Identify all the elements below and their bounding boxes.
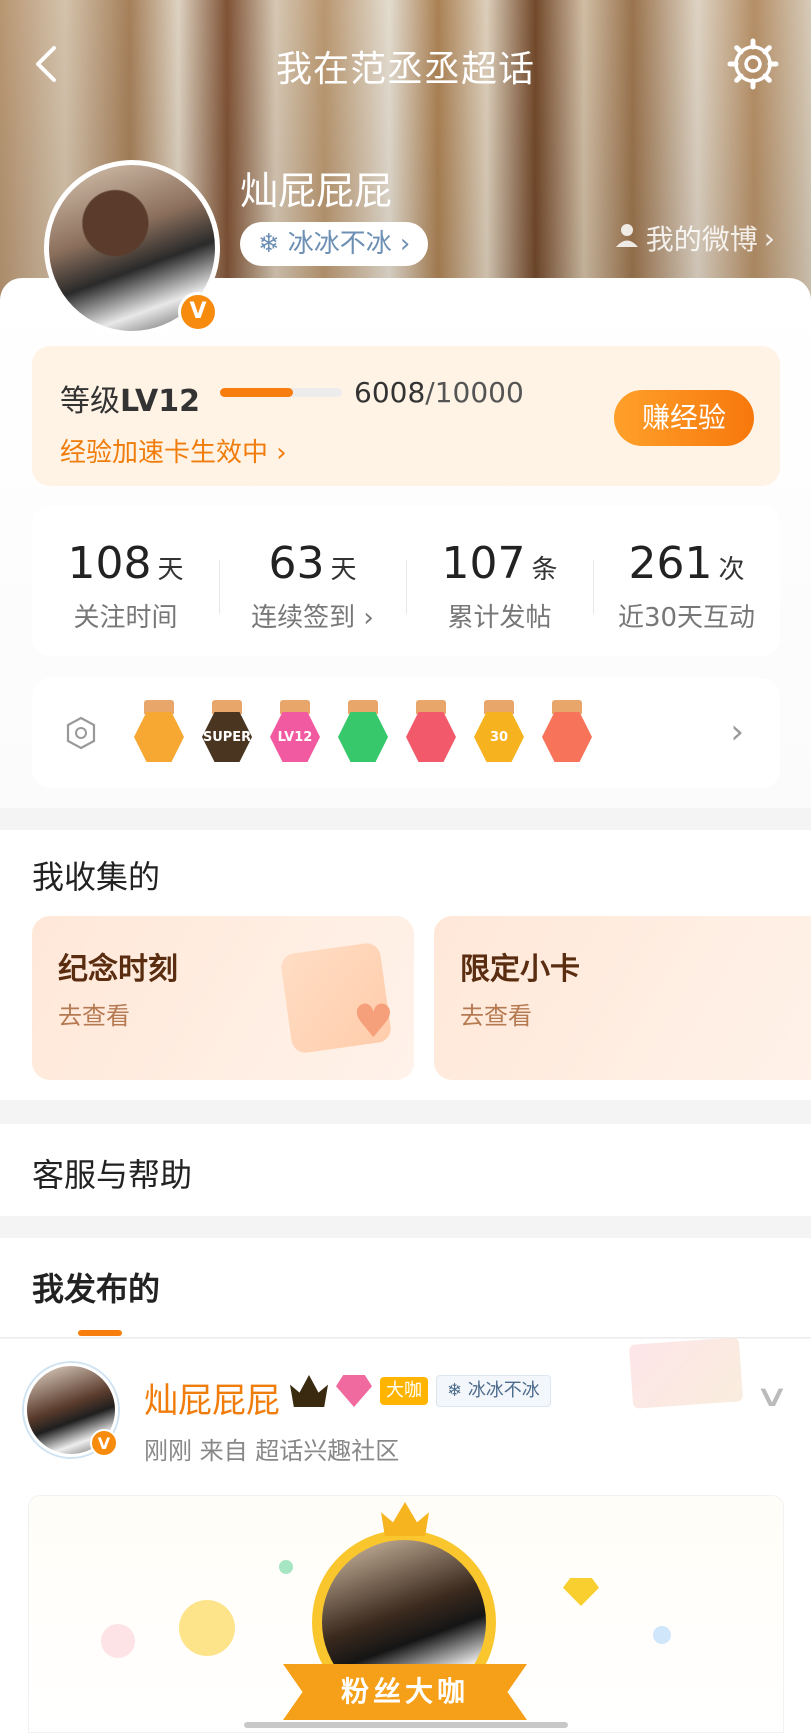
collect-card-limited[interactable]: 限定小卡 去查看 [434,916,811,1080]
boost-card-link[interactable]: 经验加速卡生效中 › [60,432,287,469]
heart-icon: ♥ [352,994,394,1048]
collect-card-moments[interactable]: 纪念时刻 去查看 ♥ [32,916,414,1080]
collect-card-sub: 去查看 [460,1002,532,1030]
like-badge [540,700,594,766]
stat-label: 累计发帖 [447,603,552,633]
post-tag: ❄ 冰冰不冰 [436,1375,551,1407]
decor-dot [101,1624,135,1658]
earn-exp-button[interactable]: 赚经验 [614,390,754,446]
stat-label: 连续签到 › [251,603,374,633]
my-weibo-link[interactable]: 我的微博 › [614,218,775,258]
stat-item: 107 条累计发帖 [406,506,593,656]
crown-icon [381,1502,429,1536]
verified-v-icon: V [90,1429,118,1457]
tag-pill[interactable]: ❄ 冰冰不冰 › [240,222,429,266]
chevron-right-icon: › [399,229,411,259]
sticker-decoration [628,1337,744,1409]
super-badge: SUPER [200,700,254,766]
badge-card[interactable]: SUPER LV12 30 › [32,678,780,788]
help-title: 客服与帮助 [32,1156,193,1194]
crown-icon [290,1375,328,1407]
post-author-name[interactable]: 灿屁屁屁 [144,1373,280,1422]
gear-icon[interactable] [727,38,779,90]
level-label: 等级LV12 [60,384,200,419]
stat-item: 261 次近30天互动 [593,506,780,656]
decor-dot [279,1560,293,1574]
post-item[interactable]: V 灿屁屁屁 大咖 ❄ 冰冰不冰 刚刚 来自 超话兴趣社区 ∨ 粉丝大咖 [0,1337,811,1733]
tab-underline [78,1330,122,1336]
collect-card-sub: 去查看 [58,1002,130,1030]
post-meta: 刚刚 来自 超话兴趣社区 [144,1437,400,1465]
page-title: 我在范丞丞超话 [275,49,535,90]
exp-progress-fill [220,388,294,397]
30days-badge: 30 [472,700,526,766]
stats-card: 108 天关注时间 63 天连续签到 › 107 条累计发帖 261 次近30天互动 [32,506,780,656]
stat-value: 108 天 [67,538,184,589]
post-author-badges: 大咖 ❄ 冰冰不冰 [290,1375,551,1407]
badge-list: SUPER LV12 30 [132,700,594,766]
fan-ribbon: 粉丝大咖 [283,1664,527,1720]
collect-card-title: 限定小卡 [460,952,580,987]
daka-badge: 大咖 [380,1377,428,1405]
diamond-icon [563,1578,599,1606]
lv12-badge: LV12 [268,700,322,766]
stat-label: 近30天互动 [617,603,756,633]
my-weibo-label: 我的微博 [645,223,758,256]
chevron-down-icon[interactable]: ∨ [754,1379,789,1414]
stat-item: 108 天关注时间 [32,506,219,656]
exp-progress-bar [220,388,342,397]
verified-v-icon: V [178,292,218,332]
crown-badge [132,700,186,766]
decor-dot [653,1626,671,1644]
diamond-icon [336,1375,372,1407]
medal-outline-icon [64,714,98,752]
posts-section: 我发布的 [0,1238,811,1338]
level-card: 等级LV12 6008/10000 经验加速卡生效中 › 赚经验 [32,346,780,486]
tab-my-posts[interactable]: 我发布的 [32,1264,160,1310]
collect-title: 我收集的 [32,858,161,896]
stat-label: 关注时间 [73,603,178,633]
chevron-right-icon[interactable]: › [730,712,744,752]
post-image-card[interactable]: 粉丝大咖 [28,1495,784,1733]
user-name: 灿屁屁屁 [240,169,393,213]
stat-value: 107 条 [441,538,558,589]
help-section[interactable]: 客服与帮助 [0,1124,811,1216]
stat-value: 261 次 [628,538,745,589]
diamond-badge-icon [179,1600,235,1656]
stat-value: 63 天 [268,538,357,589]
hand-badge [336,700,390,766]
exp-value: 6008/10000 [354,376,524,409]
home-indicator[interactable] [244,1722,568,1728]
stat-item[interactable]: 63 天连续签到 › [219,506,406,656]
collect-section: 我收集的 纪念时刻 去查看 ♥ 限定小卡 去查看 [0,830,811,1100]
snowflake-icon: ❄ [258,229,280,259]
person-icon [614,222,640,255]
chevron-right-icon: › [763,221,775,255]
trophy-badge [404,700,458,766]
collect-card-title: 纪念时刻 [58,952,178,987]
tag-label: 冰冰不冰 [287,229,392,259]
